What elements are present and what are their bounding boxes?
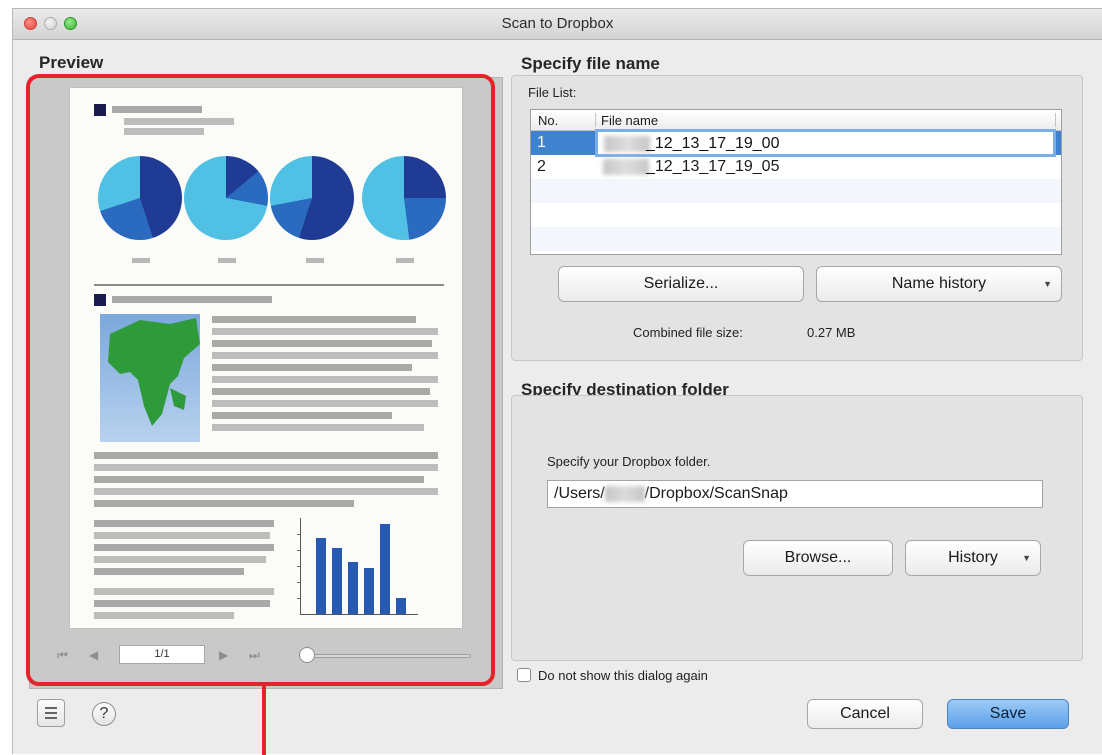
cancel-button[interactable]: Cancel: [807, 699, 923, 729]
file-name-text: _12_13_17_19_05: [646, 158, 780, 175]
serialize-button[interactable]: Serialize...: [558, 266, 804, 302]
help-icon[interactable]: ?: [92, 702, 116, 726]
dropdown-arrow-icon: ▼: [1043, 279, 1052, 289]
path-suffix: /Dropbox/ScanSnap: [644, 485, 788, 502]
do-not-show-label: Do not show this dialog again: [538, 668, 708, 683]
dropdown-arrow-icon: ▼: [1022, 553, 1031, 563]
save-button[interactable]: Save: [947, 699, 1069, 729]
name-history-button[interactable]: Name history ▼: [816, 266, 1062, 302]
column-separator: [595, 113, 596, 127]
combined-size-label: Combined file size:: [633, 325, 743, 340]
file-name-edit-field[interactable]: _12_13_17_19_00: [598, 132, 1053, 154]
file-list: No. File name 1 _12_13_17_19_00 2 _12_13…: [530, 109, 1062, 255]
empty-row: [531, 227, 1061, 251]
file-list-row[interactable]: 2 _12_13_17_19_05: [531, 155, 1061, 179]
path-prefix: /Users/: [554, 485, 605, 502]
column-header-no[interactable]: No.: [538, 113, 558, 128]
file-name-text: _12_13_17_19_00: [646, 135, 780, 152]
redacted-name: [604, 136, 650, 152]
row-number: 2: [537, 158, 546, 175]
file-list-header: No. File name: [531, 110, 1061, 131]
file-name-section-label: Specify file name: [521, 54, 660, 73]
history-button[interactable]: History ▼: [905, 540, 1041, 576]
destination-group: [511, 395, 1083, 661]
dropbox-folder-path-field[interactable]: /Users/ /Dropbox/ScanSnap: [547, 480, 1043, 508]
name-history-label: Name history: [891, 275, 987, 292]
redacted-name: [603, 159, 649, 175]
row-number: 1: [537, 134, 546, 151]
empty-row: [531, 179, 1061, 203]
browse-button[interactable]: Browse...: [743, 540, 893, 576]
empty-row: [531, 203, 1061, 227]
column-header-file-name[interactable]: File name: [601, 113, 658, 128]
preview-label: Preview: [39, 53, 104, 72]
dropbox-folder-prompt: Specify your Dropbox folder.: [547, 454, 711, 469]
do-not-show-checkbox[interactable]: [517, 668, 531, 682]
callout-pointer-line: [262, 685, 266, 755]
column-separator: [1055, 113, 1056, 127]
title-bar: Scan to Dropbox: [13, 9, 1102, 40]
combined-size-value: 0.27 MB: [807, 325, 856, 340]
preview-highlight-frame: [26, 74, 495, 686]
scan-to-dropbox-dialog: Scan to Dropbox Preview ⏮ ◀ 1/1 ▶ ⏭ Spec…: [12, 8, 1102, 755]
history-label: History: [948, 549, 998, 566]
sidebar-toggle-icon[interactable]: [37, 699, 65, 727]
window-title: Scan to Dropbox: [501, 15, 614, 32]
redacted-username: [604, 485, 645, 502]
file-list-label: File List:: [528, 85, 577, 100]
file-list-row[interactable]: 1 _12_13_17_19_00: [531, 131, 1061, 155]
